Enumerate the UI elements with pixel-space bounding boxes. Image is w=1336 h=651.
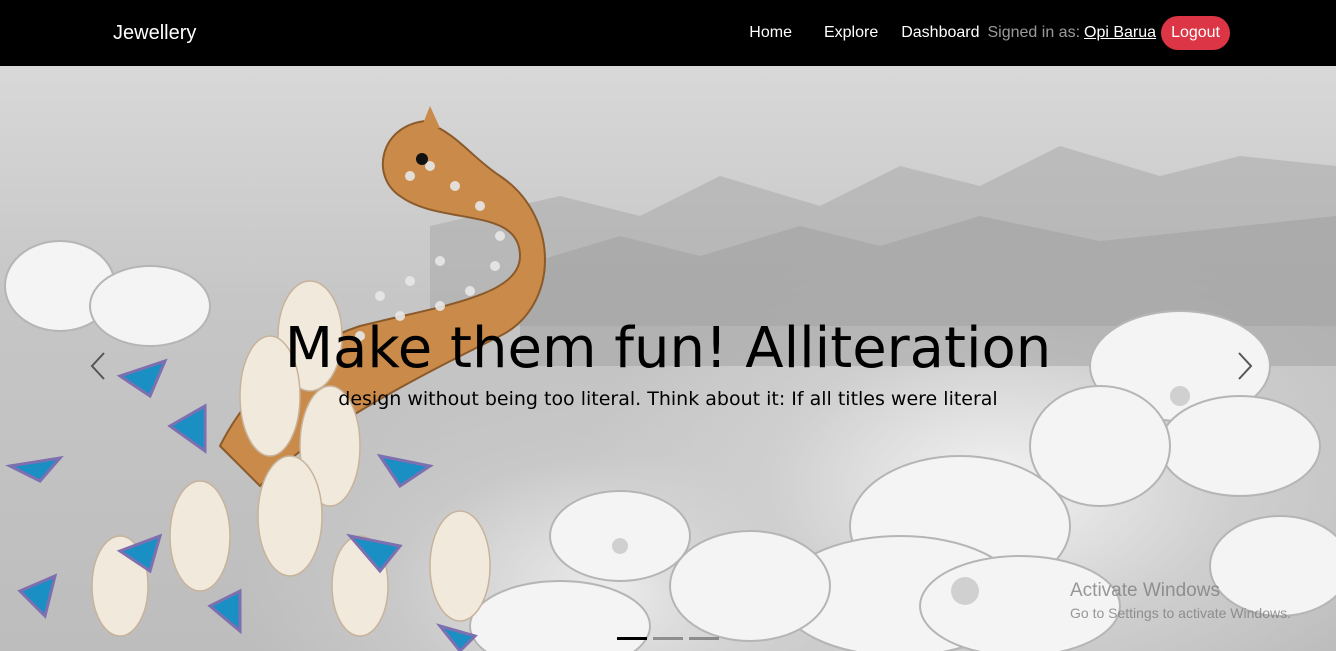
carousel-next-button[interactable] [1230,346,1260,386]
watermark-title: Activate Windows [1070,580,1220,601]
activate-windows-watermark: Activate Windows Go to Settings to activ… [1070,580,1291,621]
brand-link[interactable]: Jewellery [113,22,196,45]
carousel-indicator-3[interactable] [689,637,719,640]
user-name-link[interactable]: Opi Barua [1084,24,1156,42]
signed-in-label: Signed in as: [987,24,1081,41]
nav-link-explore[interactable]: Explore [824,24,878,42]
nav-link-dashboard[interactable]: Dashboard [901,24,979,42]
carousel-indicators [0,637,1336,640]
nav-link-home[interactable]: Home [749,24,792,42]
chevron-left-icon [90,352,105,380]
carousel-title: Make them fun! Alliteration [284,316,1052,381]
carousel-caption: design without being too literal. Think … [338,388,998,410]
carousel-indicator-1[interactable] [617,637,647,640]
nav-right: Home Explore Dashboard Signed in as: Opi… [749,16,1230,50]
carousel-prev-button[interactable] [83,346,113,386]
hero-carousel: Make them fun! Alliteration design witho… [0,66,1336,651]
watermark-subtitle: Go to Settings to activate Windows. [1070,605,1291,621]
chevron-right-icon [1238,352,1253,380]
carousel-indicator-2[interactable] [653,637,683,640]
logout-button[interactable]: Logout [1161,16,1230,50]
navbar: Jewellery Home Explore Dashboard Signed … [0,0,1336,66]
